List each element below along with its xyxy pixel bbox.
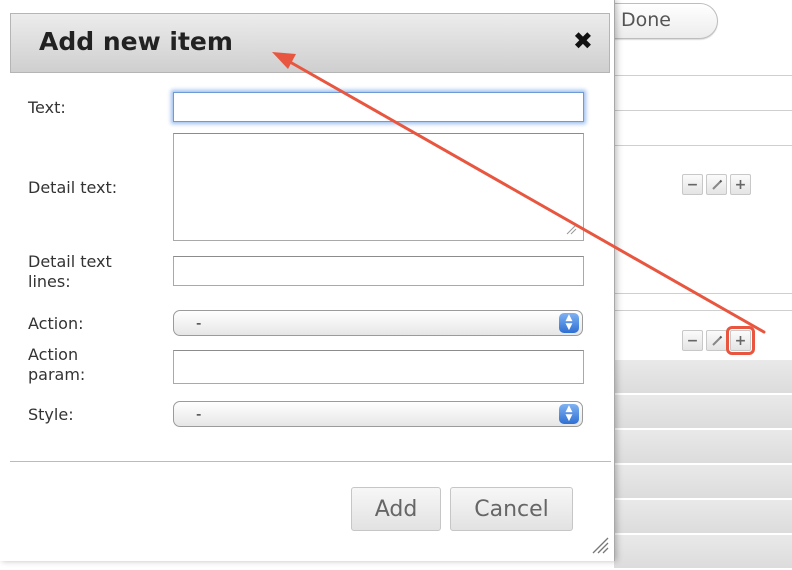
list-item[interactable] (614, 360, 792, 395)
divider (614, 310, 792, 311)
minus-icon: − (686, 176, 699, 193)
remove-button[interactable]: − (682, 330, 703, 351)
list-item[interactable] (614, 535, 792, 570)
edit-button[interactable] (706, 330, 727, 351)
item-panel (614, 145, 792, 294)
section-toolbar: − + (682, 326, 755, 355)
dialog-divider (10, 461, 611, 462)
dialog-titlebar[interactable]: Add new item ✖ (10, 13, 610, 73)
action-select-value: - (196, 314, 202, 332)
style-select[interactable]: - ▲ ▼ (173, 401, 583, 427)
resize-grip-icon[interactable] (565, 223, 577, 235)
list-item[interactable] (614, 430, 792, 465)
done-button[interactable]: Done (598, 3, 718, 39)
item-list (614, 360, 792, 570)
panel-toolbar: − + (682, 174, 751, 195)
add-button[interactable]: Add (351, 487, 441, 531)
action-param-label: Action param: (28, 345, 86, 384)
dialog-resize-icon[interactable] (590, 535, 610, 555)
pencil-icon (711, 179, 722, 190)
remove-button[interactable]: − (682, 174, 703, 195)
detail-lines-input[interactable] (173, 256, 584, 286)
text-label: Text: (28, 98, 66, 117)
detail-text-label: Detail text: (28, 178, 118, 197)
dialog-title: Add new item (39, 27, 233, 56)
plus-icon: + (734, 332, 747, 349)
divider (614, 75, 792, 76)
divider (614, 110, 792, 111)
detail-text-area[interactable] (173, 133, 584, 241)
style-label: Style: (28, 405, 74, 424)
action-label: Action: (28, 314, 84, 333)
plus-icon: + (734, 176, 747, 193)
add-button-small[interactable]: + (730, 174, 751, 195)
list-item[interactable] (614, 395, 792, 430)
style-select-value: - (196, 405, 202, 423)
text-input[interactable] (173, 92, 584, 122)
detail-lines-label: Detail text lines: (28, 252, 112, 291)
minus-icon: − (686, 332, 699, 349)
list-item[interactable] (614, 500, 792, 535)
add-item-dialog: Add new item ✖ Text: Detail text: Detail… (0, 0, 615, 561)
list-item[interactable] (614, 465, 792, 500)
pencil-icon (711, 335, 722, 346)
select-arrows-icon: ▲ ▼ (559, 404, 579, 424)
cancel-button[interactable]: Cancel (450, 487, 573, 531)
close-icon[interactable]: ✖ (573, 27, 593, 55)
action-select[interactable]: - ▲ ▼ (173, 310, 583, 336)
action-param-input[interactable] (173, 350, 584, 384)
edit-button[interactable] (706, 174, 727, 195)
select-arrows-icon: ▲ ▼ (559, 313, 579, 333)
add-item-button[interactable]: + (726, 326, 755, 355)
